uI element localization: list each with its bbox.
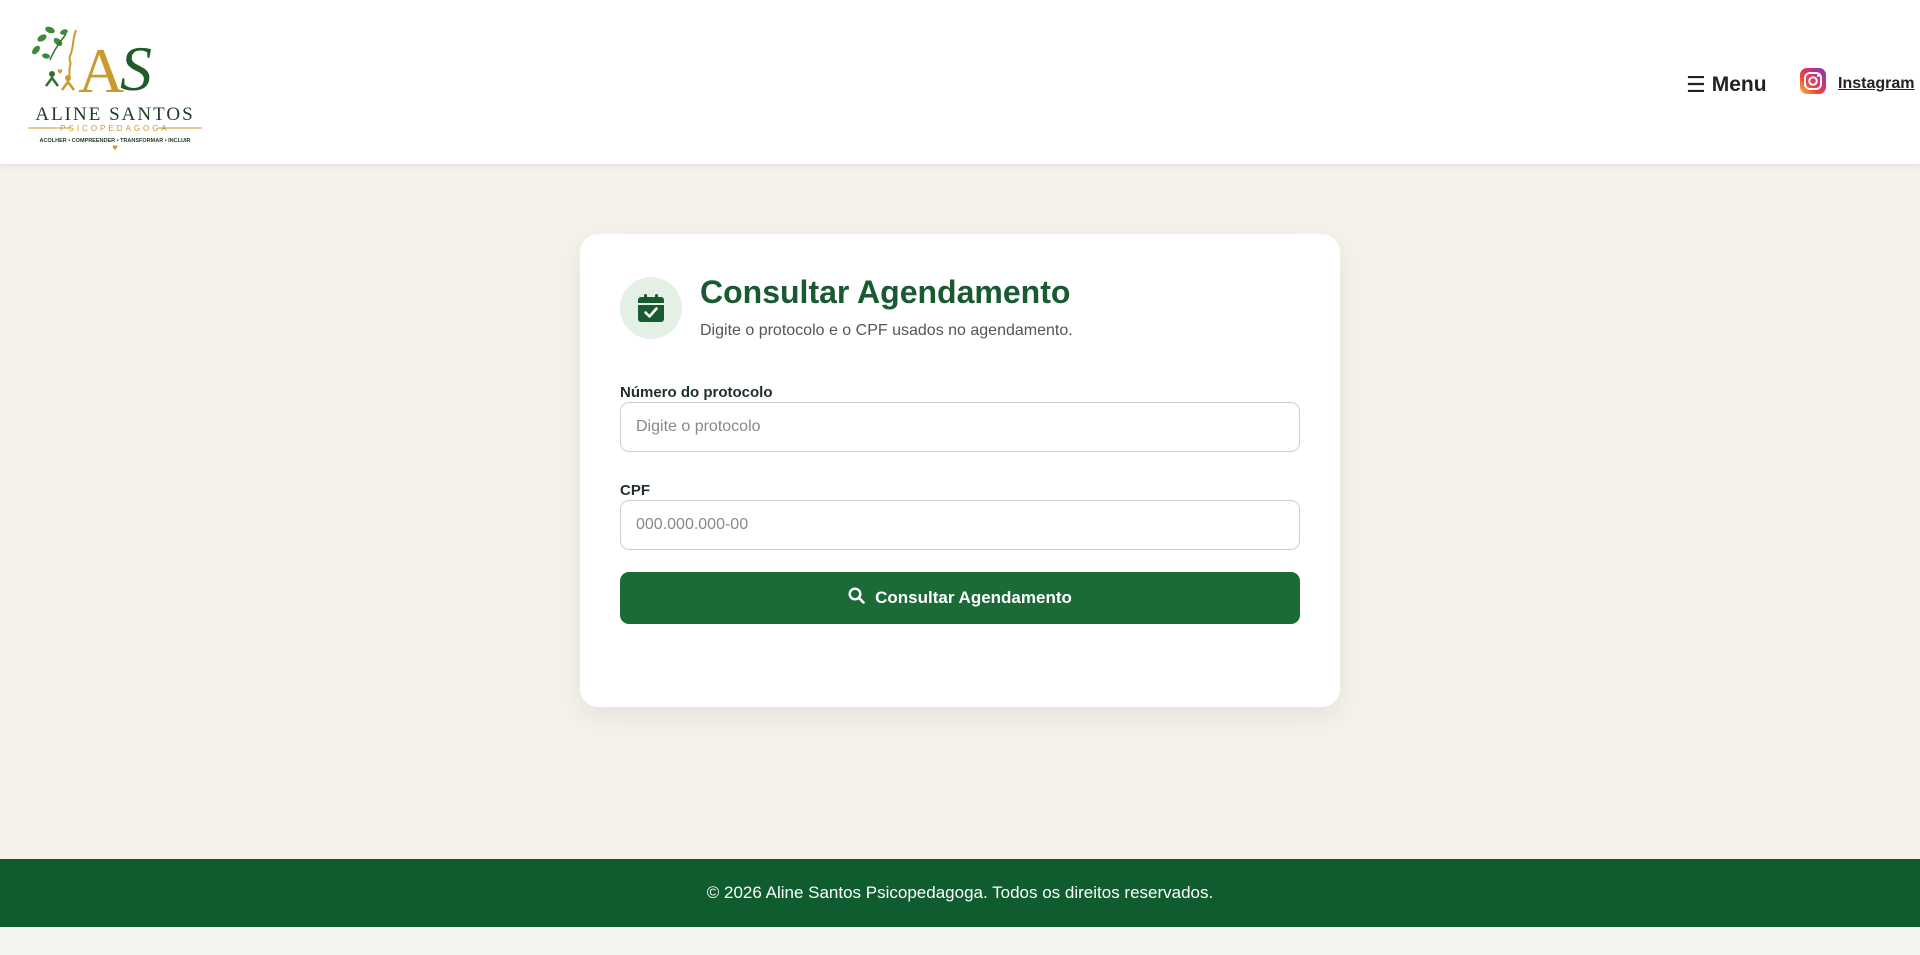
main-content: Consultar Agendamento Digite o protocolo… <box>0 164 1920 859</box>
protocol-label: Número do protocolo <box>620 384 773 401</box>
protocol-input[interactable] <box>620 402 1300 452</box>
search-icon <box>848 587 865 609</box>
consult-appointment-button[interactable]: Consultar Agendamento <box>620 572 1300 624</box>
site-header: A S ALINE SANTOS PSICOPEDAGOGA ACOLHER •… <box>0 0 1920 164</box>
svg-text:ALINE SANTOS: ALINE SANTOS <box>35 104 194 125</box>
svg-text:ACOLHER • COMPREENDER • TRANSF: ACOLHER • COMPREENDER • TRANSFORMAR • IN… <box>40 138 191 144</box>
hamburger-icon: ☰ <box>1686 72 1706 97</box>
brand-logo[interactable]: A S ALINE SANTOS PSICOPEDAGOGA ACOLHER •… <box>20 12 210 154</box>
calendar-check-icon <box>620 277 682 339</box>
svg-text:PSICOPEDAGOGA: PSICOPEDAGOGA <box>60 124 170 133</box>
site-footer: © 2026 Aline Santos Psicopedagoga. Todos… <box>0 859 1920 927</box>
svg-text:A: A <box>78 35 124 106</box>
consult-appointment-label: Consultar Agendamento <box>875 588 1072 607</box>
menu-label: Menu <box>1711 73 1767 96</box>
cpf-input[interactable] <box>620 500 1300 550</box>
appointment-lookup-card: Consultar Agendamento Digite o protocolo… <box>580 234 1340 707</box>
brand-logo-graphic: A S ALINE SANTOS PSICOPEDAGOGA ACOLHER •… <box>28 26 202 150</box>
instagram-label: Instagram <box>1838 74 1915 92</box>
svg-text:S: S <box>120 33 152 104</box>
cpf-label: CPF <box>620 482 650 499</box>
copyright-text: © 2026 Aline Santos Psicopedagoga. Todos… <box>706 883 1214 902</box>
page-subtitle: Digite o protocolo e o CPF usados no age… <box>700 322 1073 339</box>
page-bottom-strip <box>0 927 1920 955</box>
menu-button[interactable]: ☰ Menu <box>1686 70 1767 100</box>
page-title: Consultar Agendamento <box>700 274 1071 310</box>
instagram-link[interactable]: Instagram <box>1800 68 1914 99</box>
instagram-icon <box>1800 68 1826 99</box>
